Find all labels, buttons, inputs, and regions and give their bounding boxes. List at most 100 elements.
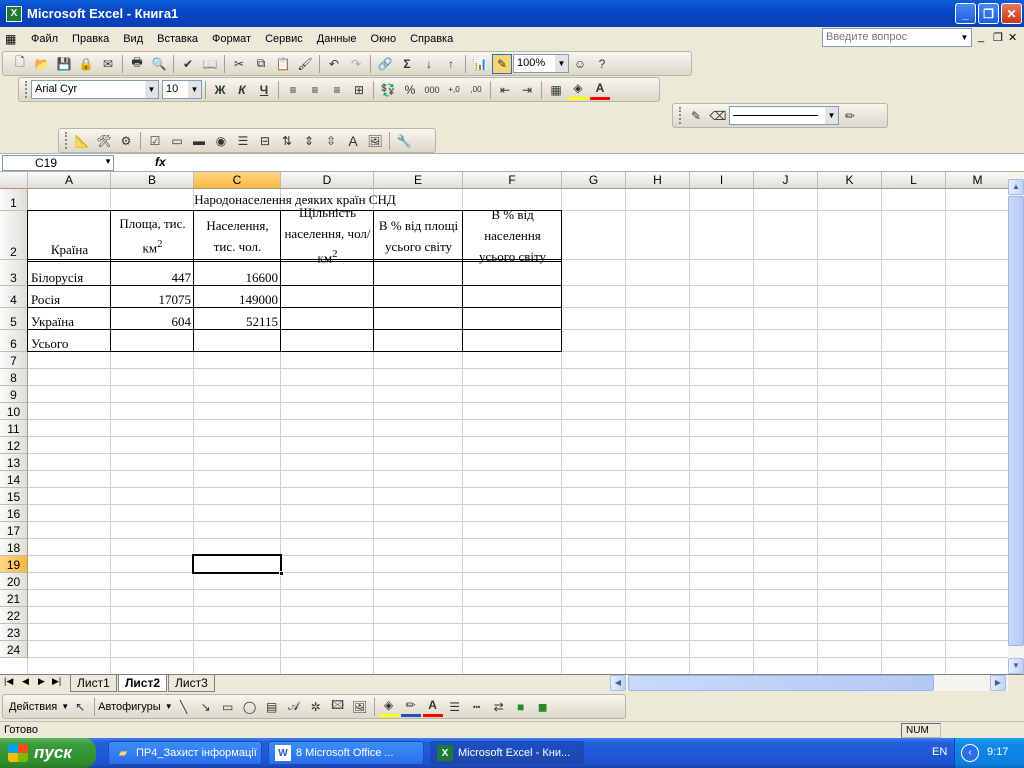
rectangle-icon[interactable]: ▭ bbox=[218, 697, 238, 717]
show-hidden-icons-icon[interactable]: ‹ bbox=[961, 744, 979, 762]
column-header-a[interactable]: A bbox=[28, 172, 111, 189]
decrease-decimal-icon[interactable]: ,00 bbox=[466, 80, 486, 100]
line-color-icon[interactable]: ✏ bbox=[400, 697, 421, 717]
actions-menu[interactable]: Действия bbox=[9, 701, 61, 713]
menu-data[interactable]: Данные bbox=[310, 33, 364, 45]
merge-center-icon[interactable]: ⊞ bbox=[349, 80, 369, 100]
font-size-select[interactable]: 10 ▼ bbox=[162, 80, 202, 99]
row-header-11[interactable]: 11 bbox=[0, 420, 28, 437]
cut-icon[interactable]: ✂ bbox=[229, 54, 249, 74]
help-icon[interactable]: ? bbox=[592, 54, 612, 74]
font-color-icon[interactable]: A bbox=[590, 80, 610, 100]
tab-sheet1[interactable]: Лист1 bbox=[70, 675, 117, 692]
listbox-control-icon[interactable]: ☰ bbox=[233, 131, 253, 151]
doc-minimize-button[interactable]: _ bbox=[978, 31, 984, 43]
row-header-1[interactable]: 1 bbox=[0, 189, 28, 211]
fill-color-icon[interactable]: ◈ bbox=[568, 80, 588, 100]
chevron-down-icon[interactable]: ▼ bbox=[555, 55, 568, 72]
chevron-down-icon[interactable]: ▼ bbox=[825, 107, 838, 124]
print-preview-icon[interactable]: 🔍 bbox=[149, 54, 169, 74]
research-icon[interactable]: 📖 bbox=[200, 54, 220, 74]
header-population[interactable]: Населення, тис. чол. bbox=[194, 211, 281, 260]
row-header-20[interactable]: 20 bbox=[0, 573, 28, 590]
minimize-button[interactable]: _ bbox=[955, 3, 976, 24]
column-header-k[interactable]: K bbox=[818, 172, 882, 189]
align-left-icon[interactable]: ≡ bbox=[283, 80, 303, 100]
open-icon[interactable]: 📂 bbox=[32, 54, 52, 74]
menu-view[interactable]: Вид bbox=[116, 33, 150, 45]
row-header-24[interactable]: 24 bbox=[0, 641, 28, 658]
draw-border-icon[interactable]: ✎ bbox=[686, 106, 706, 126]
undo-icon[interactable]: ↶ bbox=[324, 54, 344, 74]
fill-handle[interactable] bbox=[279, 571, 284, 576]
task-excel[interactable]: X Microsoft Excel - Кни... bbox=[430, 741, 584, 765]
dash-style-icon[interactable]: ┅ bbox=[467, 697, 487, 717]
row-header-6[interactable]: 6 bbox=[0, 330, 28, 352]
area-cell[interactable]: 604 bbox=[111, 308, 194, 330]
close-button[interactable]: ✕ bbox=[1001, 3, 1022, 24]
align-center-icon[interactable]: ≡ bbox=[305, 80, 325, 100]
column-header-m[interactable]: M bbox=[946, 172, 1008, 189]
name-box[interactable]: C19 ▼ bbox=[2, 155, 114, 171]
oval-icon[interactable]: ◯ bbox=[240, 697, 260, 717]
view-code-icon[interactable]: ⚙ bbox=[116, 131, 136, 151]
toolbar-grip[interactable] bbox=[65, 132, 68, 149]
row-header-15[interactable]: 15 bbox=[0, 488, 28, 505]
spreadsheet-grid[interactable]: A B C D E F G H I J K L M 1 2 3 4 5 6 7 8 9 10 11 12 13 14 15 16 17 18… bbox=[0, 172, 1008, 674]
toggle-control-icon[interactable]: ⇅ bbox=[277, 131, 297, 151]
label-control-icon[interactable]: A bbox=[343, 131, 363, 151]
doc-restore-button[interactable]: ❐ bbox=[993, 31, 1003, 44]
menu-file[interactable]: Файл bbox=[24, 33, 65, 45]
row-header-18[interactable]: 18 bbox=[0, 539, 28, 556]
header-area-percent[interactable]: В % від площі усього світу bbox=[374, 211, 463, 260]
menu-tools[interactable]: Сервис bbox=[258, 33, 310, 45]
autosum-icon[interactable]: Σ bbox=[397, 54, 417, 74]
line-style-icon[interactable]: ☰ bbox=[445, 697, 465, 717]
line-style-select[interactable]: ▼ bbox=[729, 106, 839, 125]
permission-icon[interactable]: 🔒 bbox=[76, 54, 96, 74]
line-color-icon[interactable]: ✏ bbox=[840, 106, 860, 126]
zoom-select[interactable]: 100% ▼ bbox=[513, 54, 569, 73]
row-header-7[interactable]: 7 bbox=[0, 352, 28, 369]
menu-edit[interactable]: Правка bbox=[65, 33, 116, 45]
scroll-up-icon[interactable]: ▲ bbox=[1008, 179, 1024, 195]
align-right-icon[interactable]: ≡ bbox=[327, 80, 347, 100]
next-sheet-icon[interactable]: ▶ bbox=[38, 676, 45, 687]
underline-icon[interactable]: Ч bbox=[254, 80, 274, 100]
diagram-icon[interactable]: ✲ bbox=[306, 697, 326, 717]
chevron-down-icon[interactable]: ▼ bbox=[958, 29, 971, 46]
smiley-icon[interactable]: ☺ bbox=[570, 54, 590, 74]
autoshapes-menu[interactable]: Автофигуры bbox=[98, 701, 165, 713]
row-header-19[interactable]: 19 bbox=[0, 556, 28, 573]
increase-indent-icon[interactable]: ⇥ bbox=[517, 80, 537, 100]
menu-help[interactable]: Справка bbox=[403, 33, 460, 45]
vertical-scrollbar[interactable]: ▲ ▼ bbox=[1008, 172, 1024, 674]
column-header-g[interactable]: G bbox=[562, 172, 626, 189]
font-color-icon[interactable]: A bbox=[422, 697, 443, 717]
row-header-23[interactable]: 23 bbox=[0, 624, 28, 641]
row-header-13[interactable]: 13 bbox=[0, 454, 28, 471]
format-painter-icon[interactable]: 🖌 bbox=[295, 54, 315, 74]
row-header-2[interactable]: 2 bbox=[0, 211, 28, 260]
language-indicator[interactable]: EN bbox=[932, 746, 947, 758]
scroll-right-icon[interactable]: ▶ bbox=[990, 675, 1006, 691]
decrease-indent-icon[interactable]: ⇤ bbox=[495, 80, 515, 100]
area-cell[interactable] bbox=[111, 330, 194, 352]
arrow-style-icon[interactable]: ⇄ bbox=[489, 697, 509, 717]
save-icon[interactable]: 💾 bbox=[54, 54, 74, 74]
scroll-left-icon[interactable]: ◀ bbox=[610, 675, 626, 691]
row-header-10[interactable]: 10 bbox=[0, 403, 28, 420]
new-icon[interactable]: 🗋 bbox=[10, 54, 30, 74]
sort-ascending-icon[interactable]: ↓ bbox=[419, 54, 439, 74]
italic-icon[interactable]: К bbox=[232, 80, 252, 100]
clipart-icon[interactable]: 🖾 bbox=[328, 697, 348, 717]
combobox-control-icon[interactable]: ⊟ bbox=[255, 131, 275, 151]
arrow-icon[interactable]: ↘ bbox=[196, 697, 216, 717]
task-word[interactable]: W 8 Microsoft Office ... bbox=[268, 741, 424, 765]
area-cell[interactable]: 447 bbox=[111, 260, 194, 286]
column-header-e[interactable]: E bbox=[374, 172, 463, 189]
chevron-down-icon[interactable]: ▼ bbox=[165, 702, 173, 711]
row-header-22[interactable]: 22 bbox=[0, 607, 28, 624]
excel-icon[interactable]: X bbox=[6, 5, 22, 22]
last-sheet-icon[interactable]: ▶| bbox=[52, 676, 61, 687]
